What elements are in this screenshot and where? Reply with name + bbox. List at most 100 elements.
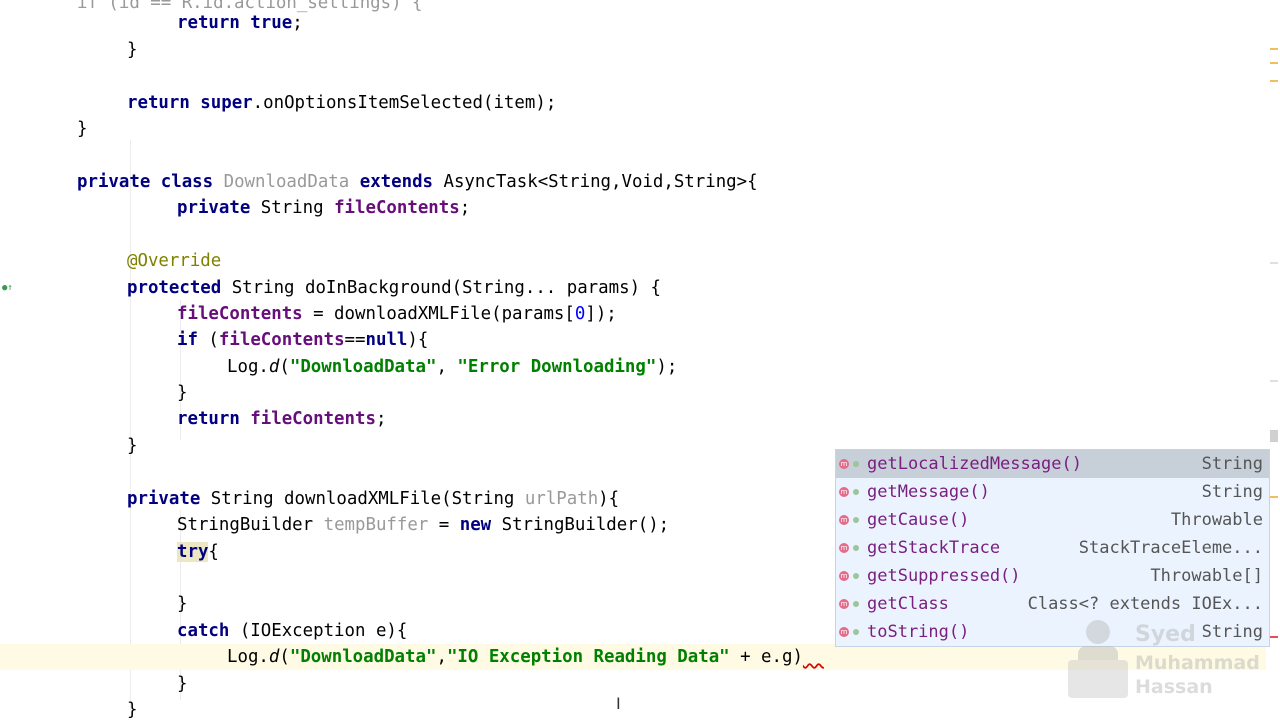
- public-visibility-icon: [853, 629, 859, 635]
- code-text: }: [127, 697, 137, 723]
- error-stripe-mark[interactable]: [1270, 48, 1278, 50]
- code-token: StringBuilder: [177, 515, 324, 535]
- code-token: ]);: [585, 304, 617, 324]
- code-token: }: [127, 700, 138, 720]
- code-token: String doInBackground(String... params) …: [231, 278, 661, 298]
- code-token: protected: [127, 278, 232, 298]
- code-token: super: [200, 93, 253, 113]
- indent-guide: [130, 140, 131, 710]
- code-token: ;: [459, 198, 471, 218]
- completion-item[interactable]: m getCause() Throwable: [836, 506, 1269, 534]
- code-token: d: [268, 357, 280, 377]
- code-token: ,: [436, 357, 458, 377]
- method-icon: m: [839, 487, 849, 497]
- scroll-thumb[interactable]: [1270, 430, 1278, 442]
- completion-item-type: String: [1201, 482, 1263, 502]
- code-token: (: [279, 647, 290, 667]
- code-token: ==: [344, 330, 366, 350]
- watermark: Syed Muhammad Hassan: [1060, 612, 1260, 702]
- error-stripe-mark[interactable]: [1270, 496, 1278, 498]
- completion-item-name: getMessage(): [867, 482, 990, 502]
- code-token: "DownloadData": [289, 647, 437, 667]
- code-token: AsyncTask<String,Void,String>{: [443, 172, 758, 192]
- code-token: }: [77, 119, 88, 139]
- code-token: d: [268, 647, 280, 667]
- code-token: ,: [436, 647, 447, 667]
- code-token: fileContents: [334, 198, 460, 218]
- code-text: return super.onOptionsItemSelected(item)…: [127, 90, 556, 116]
- completion-item-type: Throwable[]: [1150, 566, 1263, 586]
- code-token: = downloadXMLFile(params[: [302, 304, 575, 324]
- code-token: return: [177, 409, 251, 429]
- code-token: null: [365, 330, 408, 350]
- code-token: ){: [598, 489, 620, 509]
- public-visibility-icon: [853, 545, 859, 551]
- code-text: Log.d("DownloadData", "Error Downloading…: [227, 354, 677, 380]
- code-token: ;: [375, 409, 387, 429]
- override-method-icon[interactable]: ●↑: [2, 283, 13, 293]
- code-token: tempBuffer: [323, 515, 429, 535]
- completion-item-name: getCause(): [867, 510, 970, 530]
- code-token: fileContents: [250, 409, 376, 429]
- code-token: String: [260, 198, 335, 218]
- public-visibility-icon: [853, 489, 859, 495]
- watermark-line1: Syed: [1135, 622, 1196, 647]
- code-token: "IO Exception Reading Data": [446, 647, 730, 667]
- completion-item[interactable]: m getStackTrace StackTraceEleme...: [836, 534, 1269, 562]
- error-stripe-mark[interactable]: [1270, 62, 1278, 64]
- code-text: fileContents = downloadXMLFile(params[0]…: [177, 301, 617, 327]
- completion-item-name: getSuppressed(): [867, 566, 1021, 586]
- code-text: private String downloadXMLFile(String ur…: [127, 486, 619, 512]
- code-token: @Override: [127, 251, 222, 271]
- error-stripe-mark[interactable]: [1270, 262, 1278, 264]
- completion-item-name: getLocalizedMessage(): [867, 454, 1082, 474]
- code-token: ){: [407, 330, 429, 350]
- code-text: }: [177, 380, 187, 406]
- code-text: }: [77, 116, 87, 142]
- code-token: private: [127, 489, 211, 509]
- code-text: try{: [177, 539, 219, 565]
- code-token: (: [279, 357, 290, 377]
- public-visibility-icon: [853, 601, 859, 607]
- method-icon: m: [839, 543, 849, 553]
- code-token: private class: [77, 172, 224, 192]
- code-text: catch (IOException e){: [177, 618, 407, 644]
- error-stripe-mark[interactable]: [1270, 80, 1278, 82]
- code-token: }: [177, 674, 188, 694]
- code-token: }: [127, 436, 138, 456]
- code-text: Log.d("DownloadData","IO Exception Readi…: [227, 644, 824, 670]
- code-token: return: [177, 13, 251, 33]
- code-text: if (fileContents==null){: [177, 327, 428, 353]
- code-token: fileContents: [218, 330, 345, 350]
- method-icon: m: [839, 515, 849, 525]
- code-token: catch: [177, 621, 240, 641]
- code-token: extends: [359, 172, 444, 192]
- code-token: );: [656, 357, 678, 377]
- error-stripe-mark[interactable]: [1270, 636, 1278, 638]
- person-logo-icon: [1068, 620, 1128, 698]
- code-text: return true;: [177, 10, 303, 36]
- code-token: }: [177, 594, 188, 614]
- code-token: true: [250, 13, 293, 33]
- code-text: return fileContents;: [177, 406, 386, 432]
- method-icon: m: [839, 571, 849, 581]
- code-text: }: [177, 671, 187, 697]
- completion-item[interactable]: m getSuppressed() Throwable[]: [836, 562, 1269, 590]
- code-token: Log.: [227, 357, 269, 377]
- code-token: (: [208, 330, 219, 350]
- code-token: =: [428, 515, 460, 535]
- public-visibility-icon: [853, 573, 859, 579]
- completion-item[interactable]: m getMessage() String: [836, 478, 1269, 506]
- error-stripe-mark[interactable]: [1270, 380, 1278, 382]
- code-token: private: [177, 198, 261, 218]
- code-text: protected String doInBackground(String..…: [127, 275, 661, 301]
- code-token: try: [177, 542, 209, 562]
- code-token: ;: [292, 13, 303, 33]
- completion-item[interactable]: m getLocalizedMessage() String: [836, 450, 1269, 478]
- code-token: "Error Downloading": [457, 357, 657, 377]
- public-visibility-icon: [853, 461, 859, 467]
- watermark-line2: Muhammad: [1135, 652, 1260, 674]
- code-token: new: [459, 515, 502, 535]
- code-text: private class DownloadData extends Async…: [77, 169, 758, 195]
